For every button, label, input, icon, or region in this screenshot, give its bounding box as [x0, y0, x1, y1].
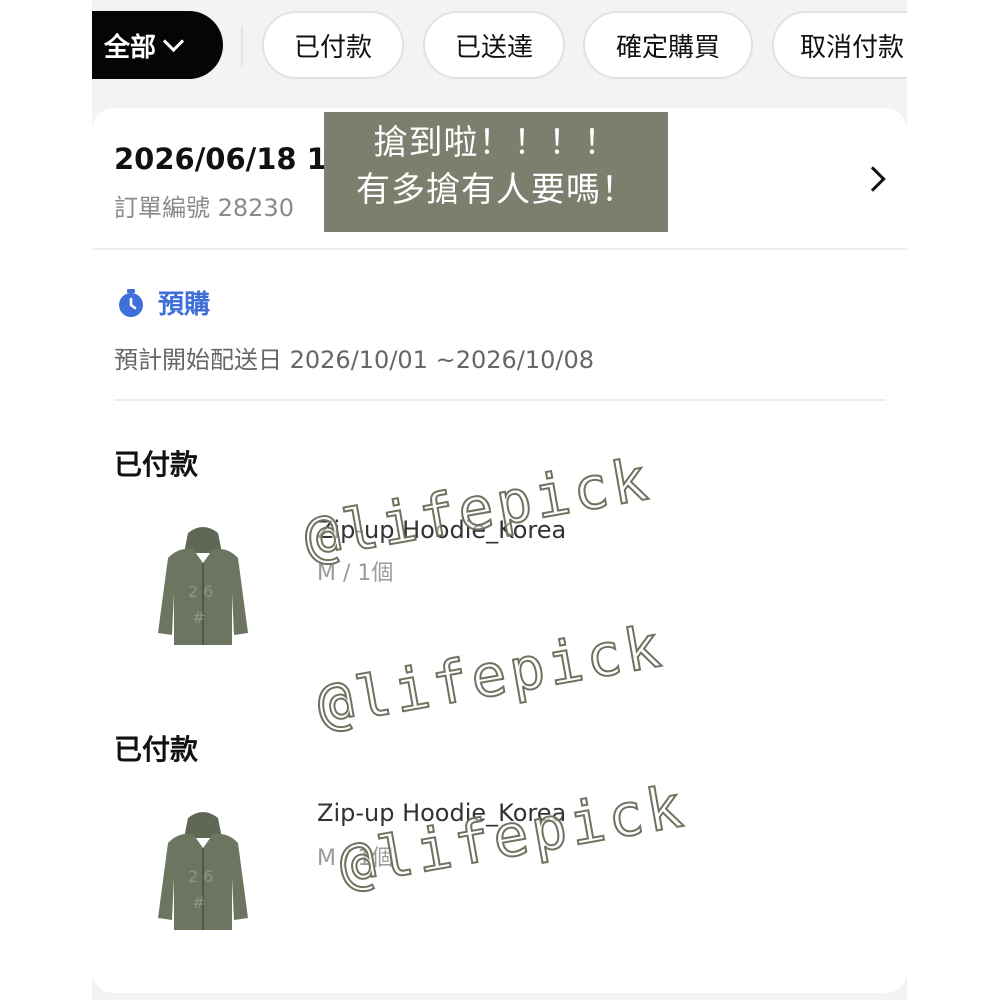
- filter-chip-label: 已送達: [454, 32, 533, 63]
- hoodie-thumbnail[interactable]: 2 6 #: [148, 808, 258, 938]
- overlay-caption: 搶到啦！！！！ 有多搶有人要嗎！: [324, 112, 668, 232]
- divider: [114, 399, 886, 401]
- filter-chip-paid[interactable]: 已付款: [262, 11, 404, 79]
- item-status: 已付款: [114, 448, 199, 481]
- svg-text:2 6: 2 6: [188, 582, 213, 601]
- chevron-down-icon: [162, 30, 185, 52]
- svg-text:#: #: [192, 893, 205, 912]
- filter-chip-label: 已付款: [293, 32, 372, 63]
- chevron-right-icon[interactable]: [860, 166, 886, 192]
- filter-divider: [241, 26, 243, 66]
- filter-all-dropdown[interactable]: 全部: [92, 11, 223, 79]
- order-date[interactable]: 2026/06/18 1: [114, 142, 327, 176]
- timer-icon: [119, 288, 143, 317]
- preorder-badge: 預購: [116, 284, 210, 321]
- overlay-line-2: 有多搶有人要嗎！: [356, 170, 636, 210]
- filter-chip-label: 取消付款: [800, 32, 905, 63]
- order-number: 訂單編號 28230: [114, 194, 294, 222]
- ship-date-range: 預計開始配送日 2026/10/01 ~2026/10/08: [114, 346, 595, 374]
- hoodie-thumbnail[interactable]: 2 6 #: [148, 523, 258, 653]
- item-status: 已付款: [114, 733, 199, 766]
- filter-chip-label: 確定購買: [615, 32, 720, 63]
- filter-all-label: 全部: [104, 32, 157, 63]
- order-filter-bar: 全部 已付款 已送達 確定購買 取消付款: [92, 0, 907, 95]
- filter-chip-confirmed[interactable]: 確定購買: [583, 11, 753, 79]
- preorder-label: 預購: [158, 290, 211, 320]
- divider: [92, 248, 907, 250]
- svg-text:2 6: 2 6: [188, 867, 213, 886]
- filter-chip-cancelled[interactable]: 取消付款: [772, 11, 907, 79]
- overlay-line-1: 搶到啦！！！！: [373, 123, 619, 163]
- svg-text:#: #: [192, 608, 205, 627]
- filter-chip-delivered[interactable]: 已送達: [423, 11, 565, 79]
